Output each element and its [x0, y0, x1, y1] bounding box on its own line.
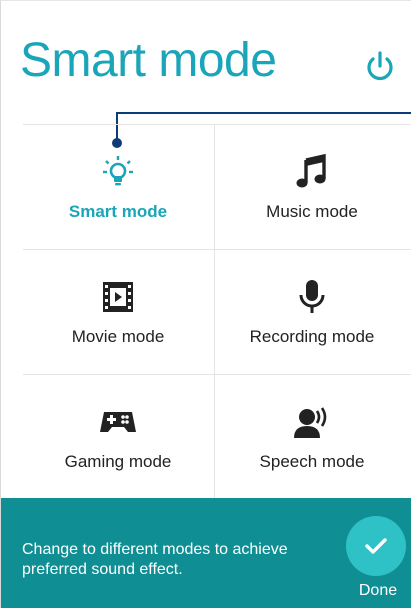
- tip-text: Change to different modes to achieve pre…: [22, 541, 288, 578]
- lightbulb-icon: [98, 152, 138, 192]
- header: Smart mode: [1, 1, 411, 105]
- microphone-icon: [292, 277, 332, 317]
- mode-gaming[interactable]: Gaming mode: [21, 374, 215, 499]
- done-label[interactable]: Done: [353, 582, 403, 600]
- mode-movie[interactable]: Movie mode: [21, 249, 215, 374]
- power-icon[interactable]: [362, 49, 398, 85]
- mode-recording[interactable]: Recording mode: [215, 249, 409, 374]
- mode-grid: Smart mode Music mode Movie mode Recordi…: [1, 124, 411, 498]
- film-icon: [98, 277, 138, 317]
- mode-label: Speech mode: [259, 452, 365, 471]
- music-note-icon: [292, 152, 332, 192]
- done-button[interactable]: [346, 516, 406, 576]
- checkmark-icon: [365, 538, 387, 554]
- gamepad-icon: [98, 402, 138, 442]
- speech-icon: [292, 402, 332, 442]
- mode-label: Music mode: [266, 202, 358, 221]
- mode-label: Movie mode: [71, 327, 165, 346]
- mode-label: Smart mode: [68, 202, 168, 221]
- mode-speech[interactable]: Speech mode: [215, 374, 409, 499]
- mode-music[interactable]: Music mode: [215, 124, 409, 249]
- mode-label: Recording mode: [249, 327, 375, 346]
- mode-smart[interactable]: Smart mode: [21, 124, 215, 249]
- page-title: Smart mode: [20, 34, 277, 87]
- mode-label: Gaming mode: [64, 452, 172, 471]
- screen: Smart mode Smart mode Music mode Movie m…: [0, 0, 411, 608]
